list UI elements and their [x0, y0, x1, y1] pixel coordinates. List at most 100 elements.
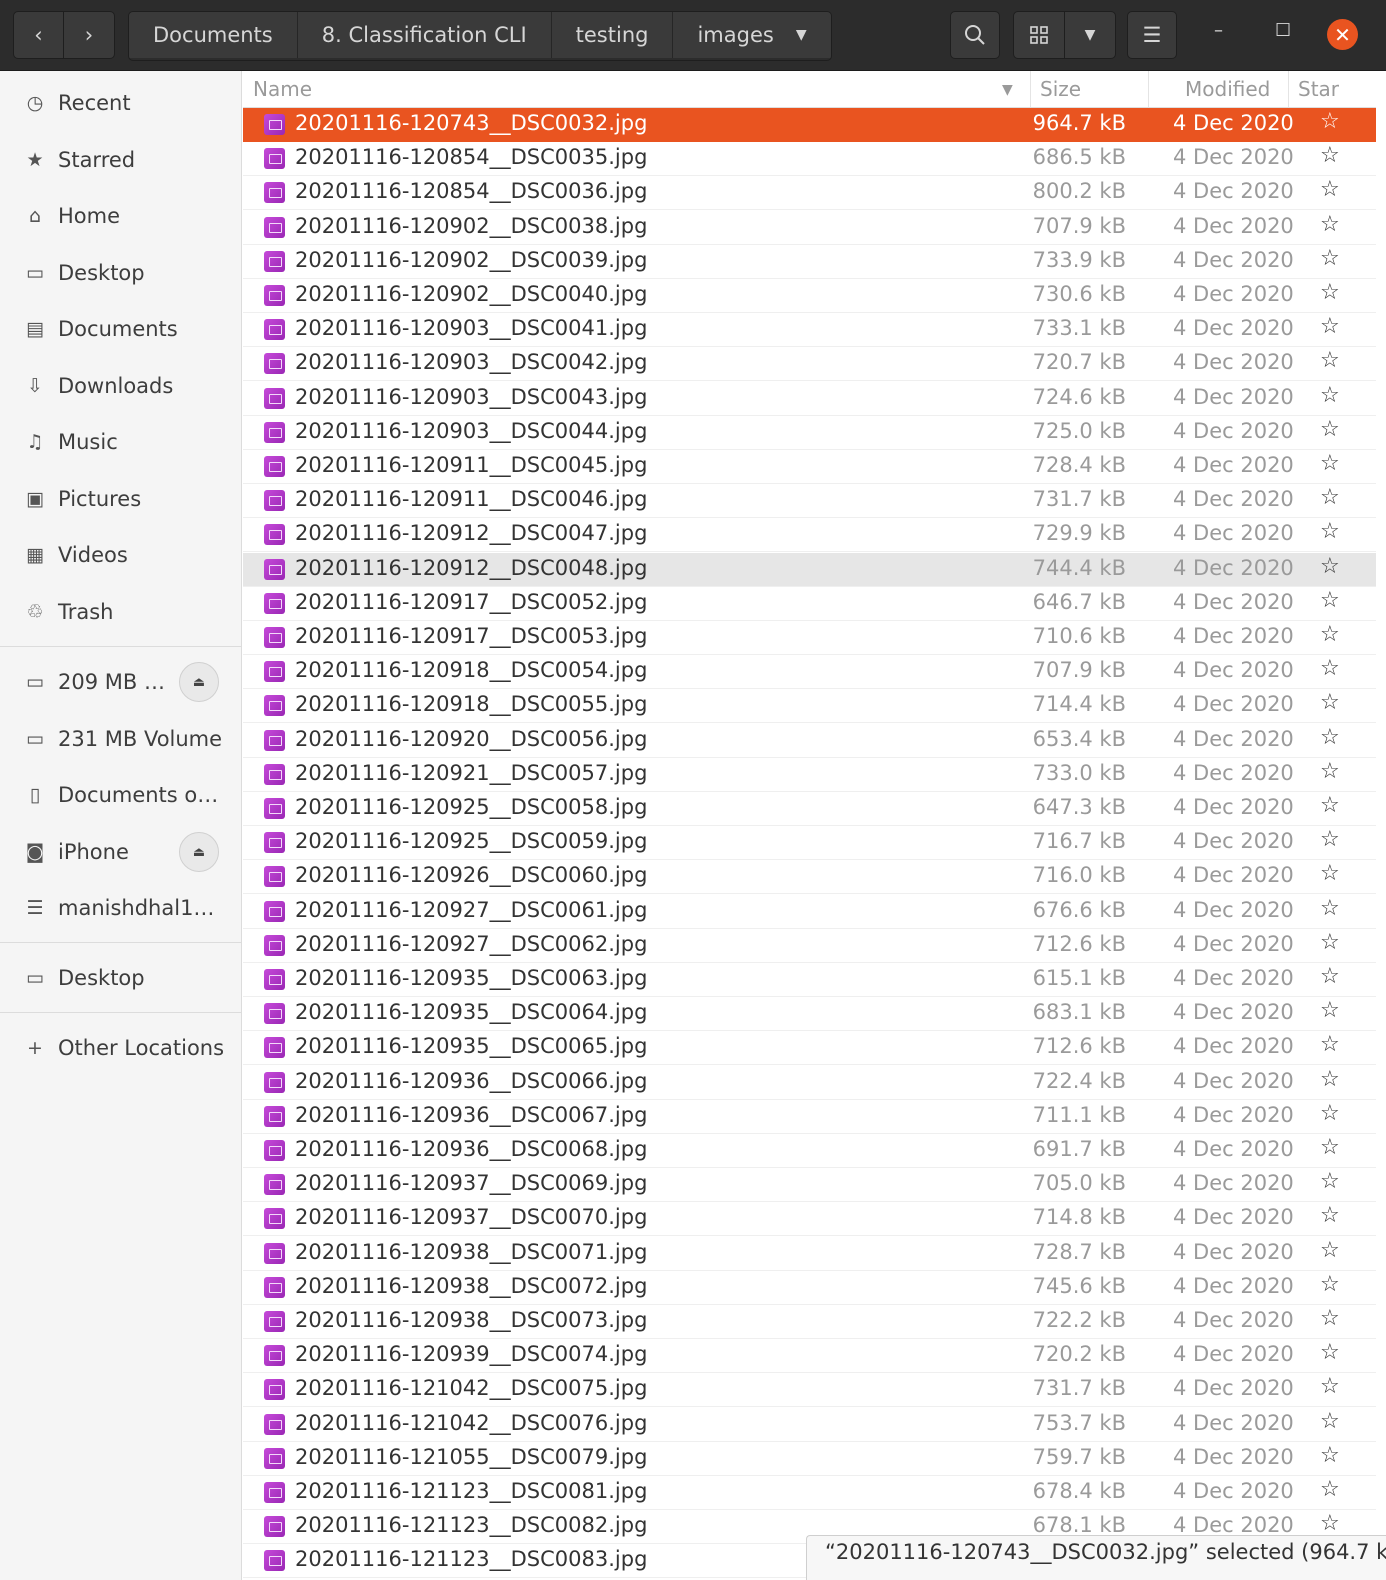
table-row[interactable]: 20201116-120936__DSC0068.jpg 691.7 kB 4 De…	[243, 1134, 1376, 1168]
breadcrumb-documents[interactable]: Documents	[129, 12, 298, 58]
table-row[interactable]: 20201116-120938__DSC0073.jpg 722.2 kB 4 De…	[243, 1305, 1376, 1339]
table-row[interactable]: 20201116-120920__DSC0056.jpg 653.4 kB 4 De…	[243, 724, 1376, 758]
column-size[interactable]: Size	[1040, 77, 1081, 101]
star-icon[interactable]: ☆	[1320, 451, 1340, 476]
star-icon[interactable]: ☆	[1320, 348, 1340, 373]
star-icon[interactable]: ☆	[1320, 759, 1340, 784]
table-row[interactable]: 20201116-120912__DSC0048.jpg 744.4 kB 4 De…	[243, 552, 1376, 587]
star-icon[interactable]: ☆	[1320, 690, 1340, 715]
star-icon[interactable]: ☆	[1320, 383, 1340, 408]
sidebar-item-network[interactable]: ☰ manishdhal1…	[0, 885, 241, 931]
star-icon[interactable]: ☆	[1320, 656, 1340, 681]
table-row[interactable]: 20201116-120926__DSC0060.jpg 716.0 kB 4 De…	[243, 860, 1376, 895]
sidebar-item-home[interactable]: ⌂ Home	[0, 193, 241, 239]
star-icon[interactable]: ☆	[1320, 1272, 1340, 1297]
star-icon[interactable]: ☆	[1320, 417, 1340, 442]
table-row[interactable]: 20201116-120939__DSC0074.jpg 720.2 kB 4 De…	[243, 1339, 1376, 1374]
star-icon[interactable]: ☆	[1320, 554, 1340, 579]
sort-down-icon[interactable]: ▼	[1002, 82, 1013, 98]
table-row[interactable]: 20201116-121042__DSC0076.jpg 753.7 kB 4 De…	[243, 1408, 1376, 1442]
minimize-button[interactable]: –	[1214, 20, 1223, 41]
breadcrumb-classification-cli[interactable]: 8. Classification CLI	[297, 12, 552, 58]
star-icon[interactable]: ☆	[1320, 519, 1340, 544]
star-icon[interactable]: ☆	[1320, 1203, 1340, 1228]
column-modified[interactable]: Modified	[1185, 77, 1270, 101]
star-icon[interactable]: ☆	[1320, 1511, 1340, 1536]
table-row[interactable]: 20201116-120927__DSC0061.jpg 676.6 kB 4 De…	[243, 895, 1376, 929]
sidebar-item-documents-on[interactable]: ▯ Documents o…	[0, 772, 241, 818]
star-icon[interactable]: ☆	[1320, 964, 1340, 989]
star-icon[interactable]: ☆	[1320, 1101, 1340, 1126]
table-row[interactable]: 20201116-120854__DSC0036.jpg 800.2 kB 4 De…	[243, 176, 1376, 211]
table-row[interactable]: 20201116-120935__DSC0063.jpg 615.1 kB 4 De…	[243, 963, 1376, 997]
star-icon[interactable]: ☆	[1320, 1135, 1340, 1160]
sidebar-item-bookmark-desktop[interactable]: ▭ Desktop	[0, 955, 241, 1001]
star-icon[interactable]: ☆	[1320, 485, 1340, 510]
table-row[interactable]: 20201116-120918__DSC0055.jpg 714.4 kB 4 De…	[243, 689, 1376, 724]
star-icon[interactable]: ☆	[1320, 212, 1340, 237]
table-row[interactable]: 20201116-120903__DSC0043.jpg 724.6 kB 4 De…	[243, 382, 1376, 416]
table-row[interactable]: 20201116-120911__DSC0046.jpg 731.7 kB 4 De…	[243, 484, 1376, 519]
maximize-button[interactable]: ☐	[1275, 20, 1291, 41]
table-row[interactable]: 20201116-120937__DSC0069.jpg 705.0 kB 4 De…	[243, 1168, 1376, 1203]
sidebar-item-pictures[interactable]: ▣ Pictures	[0, 476, 241, 522]
back-button[interactable]: ‹	[13, 11, 64, 59]
star-icon[interactable]: ☆	[1320, 827, 1340, 852]
star-icon[interactable]: ☆	[1320, 725, 1340, 750]
table-row[interactable]: 20201116-120743__DSC0032.jpg 964.7 kB 4 De…	[243, 108, 1376, 142]
column-name[interactable]: Name	[253, 77, 312, 101]
breadcrumb-images[interactable]: images ▼	[673, 12, 831, 58]
table-row[interactable]: 20201116-121055__DSC0079.jpg 759.7 kB 4 De…	[243, 1442, 1376, 1476]
table-row[interactable]: 20201116-120921__DSC0057.jpg 733.0 kB 4 De…	[243, 758, 1376, 792]
table-row[interactable]: 20201116-120935__DSC0065.jpg 712.6 kB 4 De…	[243, 1031, 1376, 1066]
view-grid-button[interactable]	[1013, 11, 1065, 59]
sidebar-item-231mb-volume[interactable]: ▭ 231 MB Volume	[0, 716, 241, 762]
star-icon[interactable]: ☆	[1320, 1443, 1340, 1468]
star-icon[interactable]: ☆	[1320, 1067, 1340, 1092]
close-button[interactable]: ✕	[1327, 19, 1358, 50]
star-icon[interactable]: ☆	[1320, 177, 1340, 202]
table-row[interactable]: 20201116-120903__DSC0041.jpg 733.1 kB 4 De…	[243, 313, 1376, 348]
table-row[interactable]: 20201116-120902__DSC0040.jpg 730.6 kB 4 De…	[243, 279, 1376, 313]
table-row[interactable]: 20201116-120903__DSC0044.jpg 725.0 kB 4 De…	[243, 416, 1376, 450]
sidebar-item-other-locations[interactable]: + Other Locations	[0, 1025, 241, 1071]
table-row[interactable]: 20201116-120902__DSC0039.jpg 733.9 kB 4 De…	[243, 245, 1376, 279]
star-icon[interactable]: ☆	[1320, 1032, 1340, 1057]
sidebar-item-videos[interactable]: ▦ Videos	[0, 532, 241, 578]
table-row[interactable]: 20201116-120854__DSC0035.jpg 686.5 kB 4 De…	[243, 142, 1376, 177]
star-icon[interactable]: ☆	[1320, 588, 1340, 613]
table-row[interactable]: 20201116-120938__DSC0072.jpg 745.6 kB 4 De…	[243, 1271, 1376, 1305]
star-icon[interactable]: ☆	[1320, 1477, 1340, 1502]
view-options-button[interactable]: ▼	[1064, 11, 1116, 59]
star-icon[interactable]: ☆	[1320, 1238, 1340, 1263]
table-row[interactable]: 20201116-120918__DSC0054.jpg 707.9 kB 4 De…	[243, 655, 1376, 690]
star-icon[interactable]: ☆	[1320, 861, 1340, 886]
table-row[interactable]: 20201116-120917__DSC0052.jpg 646.7 kB 4 De…	[243, 587, 1376, 621]
sidebar-item-music[interactable]: ♫ Music	[0, 419, 241, 465]
sidebar-item-recent[interactable]: ◷ Recent	[0, 80, 241, 126]
breadcrumb-testing[interactable]: testing	[551, 12, 674, 58]
table-row[interactable]: 20201116-120938__DSC0071.jpg 728.7 kB 4 De…	[243, 1237, 1376, 1271]
table-row[interactable]: 20201116-120917__DSC0053.jpg 710.6 kB 4 De…	[243, 621, 1376, 655]
star-icon[interactable]: ☆	[1320, 1169, 1340, 1194]
table-row[interactable]: 20201116-120935__DSC0064.jpg 683.1 kB 4 De…	[243, 997, 1376, 1032]
table-row[interactable]: 20201116-120936__DSC0067.jpg 711.1 kB 4 De…	[243, 1100, 1376, 1134]
sidebar-item-desktop[interactable]: ▭ Desktop	[0, 250, 241, 296]
table-row[interactable]: 20201116-120902__DSC0038.jpg 707.9 kB 4 De…	[243, 211, 1376, 245]
table-row[interactable]: 20201116-120927__DSC0062.jpg 712.6 kB 4 De…	[243, 929, 1376, 963]
main-menu-button[interactable]: ☰	[1127, 11, 1177, 59]
star-icon[interactable]: ☆	[1320, 314, 1340, 339]
star-icon[interactable]: ☆	[1320, 109, 1340, 134]
star-icon[interactable]: ☆	[1320, 998, 1340, 1023]
star-icon[interactable]: ☆	[1320, 1374, 1340, 1399]
table-row[interactable]: 20201116-120911__DSC0045.jpg 728.4 kB 4 De…	[243, 450, 1376, 484]
star-icon[interactable]: ☆	[1320, 622, 1340, 647]
star-icon[interactable]: ☆	[1320, 793, 1340, 818]
sidebar-item-trash[interactable]: ♲ Trash	[0, 589, 241, 635]
star-icon[interactable]: ☆	[1320, 280, 1340, 305]
eject-button[interactable]: ⏏	[179, 832, 219, 872]
forward-button[interactable]: ›	[63, 11, 115, 59]
table-row[interactable]: 20201116-120936__DSC0066.jpg 722.4 kB 4 De…	[243, 1066, 1376, 1100]
star-icon[interactable]: ☆	[1320, 246, 1340, 271]
column-star[interactable]: Star	[1298, 77, 1339, 101]
